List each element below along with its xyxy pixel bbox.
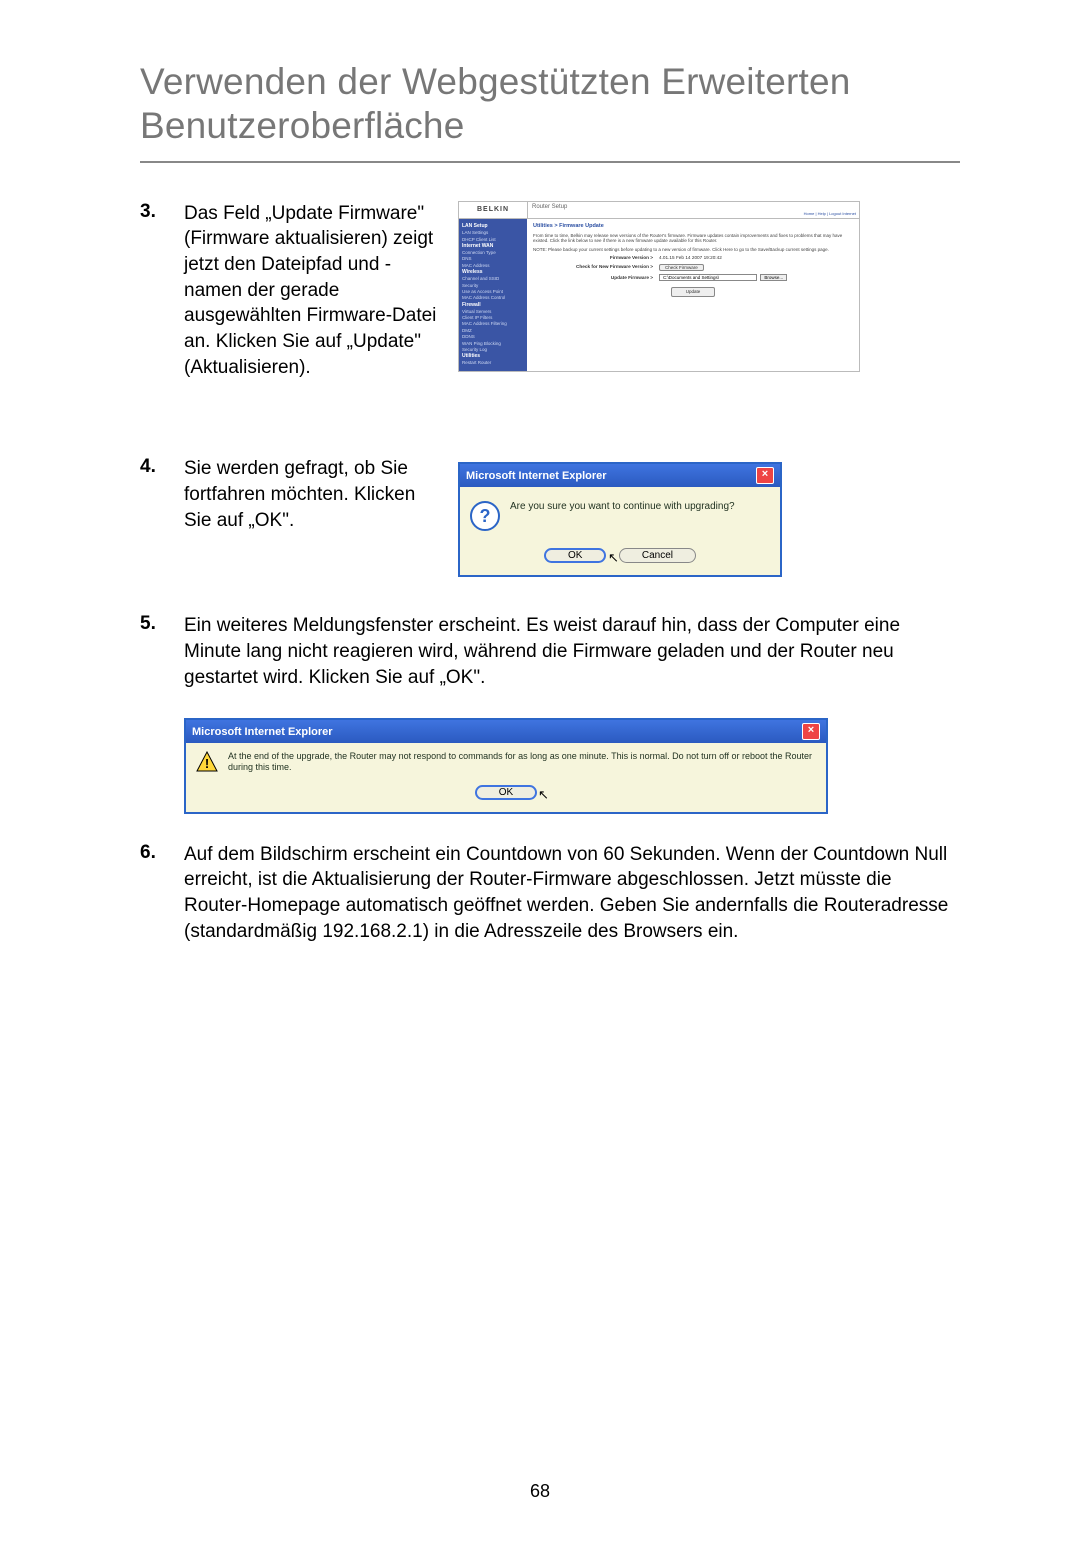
nav-item[interactable]: DHCP Client List <box>462 237 524 242</box>
nav-group: Utilities <box>462 353 524 359</box>
router-header: Router Setup Home | Help | Logout Intern… <box>528 202 859 219</box>
step-6: 6. Auf dem Bildschirm erscheint ein Coun… <box>140 842 960 945</box>
nav-item[interactable]: WAN Ping Blocking <box>462 341 524 346</box>
dialog-titlebar: Microsoft Internet Explorer × <box>186 720 826 743</box>
browse-button[interactable]: Browse... <box>760 274 787 281</box>
router-sidebar: LAN SetupLAN Settings DHCP Client ListInt… <box>459 219 527 371</box>
nav-item[interactable]: Client IP Filters <box>462 315 524 320</box>
check-fw-label: Check for New Firmware Version > <box>533 264 659 270</box>
step-5: 5. Ein weiteres Meldungsfenster erschein… <box>140 613 960 690</box>
step-3-row: 3. Das Feld „Update Firmware" (Firmware … <box>140 201 960 408</box>
nav-item[interactable]: MAC Address <box>462 263 524 268</box>
nav-group: Wireless <box>462 269 524 275</box>
fw-version-value: 4.01.15 Feb 14 2007 19:20:42 <box>659 255 722 261</box>
dialog-titlebar: Microsoft Internet Explorer × <box>460 464 780 487</box>
svg-text:!: ! <box>205 756 209 771</box>
router-content: Utilities > Firmware Update From time to… <box>527 219 859 371</box>
dialog-message: Are you sure you want to continue with u… <box>510 501 735 512</box>
nav-item[interactable]: Security Log <box>462 347 524 352</box>
nav-item[interactable]: Use as Access Point <box>462 289 524 294</box>
router-top-links: Home | Help | Logout Internet <box>804 212 856 217</box>
router-title: Router Setup <box>532 204 567 210</box>
cursor-icon: ↖ <box>538 788 549 801</box>
heading-rule <box>140 161 960 163</box>
step-number: 3. <box>140 201 184 380</box>
close-icon[interactable]: × <box>802 723 820 740</box>
nav-item[interactable]: LAN Settings <box>462 230 524 235</box>
update-fw-label: Update Firmware > <box>533 275 659 281</box>
step-text: Das Feld „Update Firmware" (Firmware akt… <box>184 201 440 380</box>
nav-item[interactable]: DDNS <box>462 334 524 339</box>
nav-item[interactable]: MAC Address Control <box>462 295 524 300</box>
router-logo: BELKIN <box>459 202 528 219</box>
step-3: 3. Das Feld „Update Firmware" (Firmware … <box>140 201 440 380</box>
step-text: Ein weiteres Meldungsfenster erscheint. … <box>184 613 960 690</box>
router-screenshot: BELKIN Router Setup Home | Help | Logout… <box>458 201 860 372</box>
router-paragraph: From time to time, Belkin may release ne… <box>533 233 853 244</box>
ok-button[interactable]: OK <box>544 548 606 563</box>
step-number: 4. <box>140 456 184 533</box>
nav-item[interactable]: Connection Type <box>462 250 524 255</box>
fw-version-label: Firmware Version > <box>533 255 659 261</box>
nav-item[interactable]: Restart Router <box>462 360 524 365</box>
page-number: 68 <box>0 1481 1080 1502</box>
nav-group: LAN Setup <box>462 223 524 229</box>
nav-item[interactable]: MAC Address Filtering <box>462 321 524 326</box>
nav-group: Internet WAN <box>462 243 524 249</box>
nav-group: Firewall <box>462 302 524 308</box>
update-button[interactable]: Update <box>671 287 716 296</box>
router-breadcrumb: Utilities > Firmware Update <box>533 223 853 230</box>
step-text: Auf dem Bildschirm erscheint ein Countdo… <box>184 842 960 945</box>
warning-icon: ! <box>196 751 218 773</box>
ok-button[interactable]: OK <box>475 785 537 800</box>
nav-item[interactable]: DNS <box>462 256 524 261</box>
dialog-message: At the end of the upgrade, the Router ma… <box>228 751 816 774</box>
step-4: 4. Sie werden gefragt, ob Sie fortfahren… <box>140 456 440 533</box>
page: Verwenden der Webgestützten Erweiterten … <box>0 0 1080 1542</box>
nav-item[interactable]: DMZ <box>462 328 524 333</box>
page-title: Verwenden der Webgestützten Erweiterten … <box>140 60 960 149</box>
firmware-path-field[interactable]: C:\Documents and Settings\ <box>659 274 757 281</box>
warning-dialog: Microsoft Internet Explorer × ! At the e… <box>184 718 828 814</box>
cancel-button[interactable]: Cancel <box>619 548 696 563</box>
close-icon[interactable]: × <box>756 467 774 484</box>
nav-item[interactable]: Channel and SSID <box>462 276 524 281</box>
confirm-dialog: Microsoft Internet Explorer × ? Are you … <box>458 462 782 577</box>
question-icon: ? <box>470 501 500 531</box>
dialog-title-text: Microsoft Internet Explorer <box>192 726 333 738</box>
step-number: 5. <box>140 613 184 690</box>
cursor-icon: ↖ <box>608 551 619 564</box>
check-firmware-button[interactable]: Check Firmware <box>659 264 704 271</box>
nav-item[interactable]: Security <box>462 283 524 288</box>
router-note: NOTE: Please backup your current setting… <box>533 247 853 252</box>
step-text: Sie werden gefragt, ob Sie fortfahren mö… <box>184 456 440 533</box>
step-number: 6. <box>140 842 184 945</box>
step-4-row: 4. Sie werden gefragt, ob Sie fortfahren… <box>140 418 960 577</box>
dialog-title-text: Microsoft Internet Explorer <box>466 470 607 482</box>
nav-item[interactable]: Virtual Servers <box>462 309 524 314</box>
